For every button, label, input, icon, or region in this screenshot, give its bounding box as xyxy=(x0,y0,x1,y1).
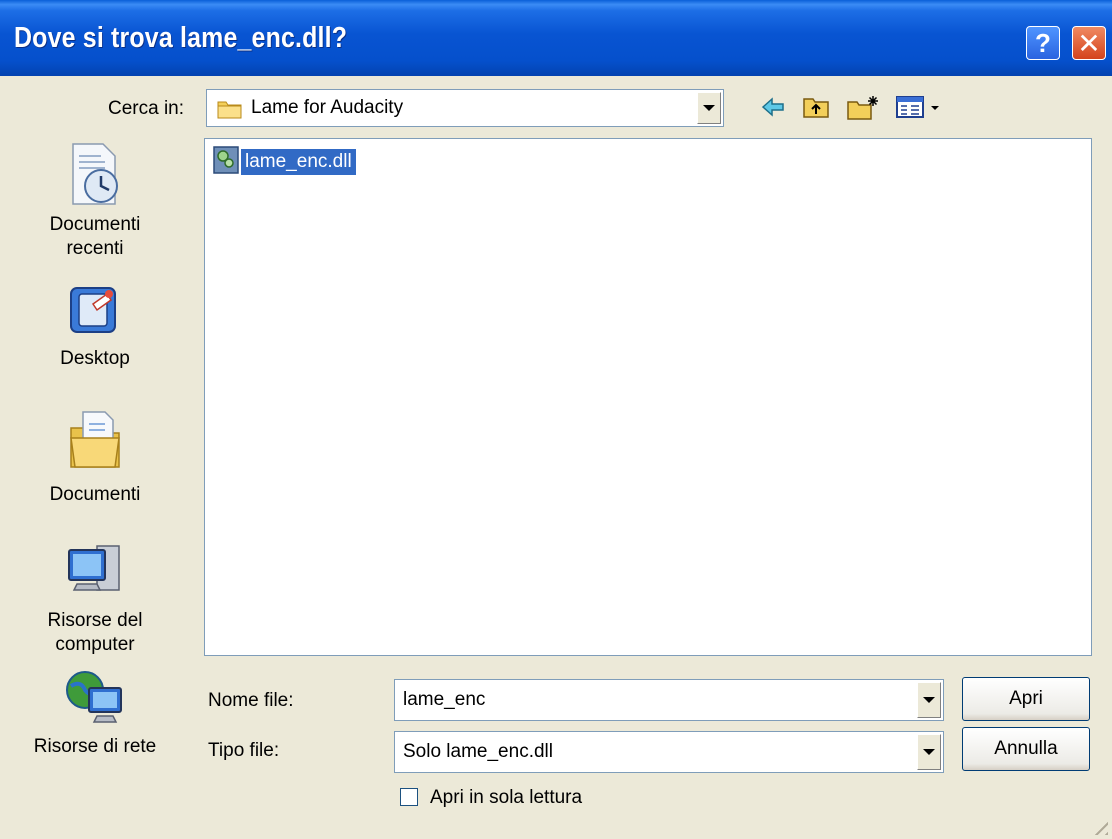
title-bar: Dove si trova lame_enc.dll? ? ✕ xyxy=(0,0,1112,76)
place-label: Documenti xyxy=(49,484,141,505)
my-documents-icon xyxy=(65,408,125,477)
place-label-line2: recenti xyxy=(66,238,124,259)
file-item[interactable]: lame_enc.dll xyxy=(213,145,356,179)
network-places-icon xyxy=(63,668,127,733)
filetype-dropdown[interactable]: Solo lame_enc.dll xyxy=(394,731,944,773)
recent-documents-icon xyxy=(65,140,125,213)
place-label: Risorse di rete xyxy=(33,736,157,757)
filetype-value: Solo lame_enc.dll xyxy=(403,741,553,762)
up-folder-icon[interactable] xyxy=(802,94,830,125)
chevron-down-icon[interactable] xyxy=(917,734,941,770)
open-button[interactable]: Apri xyxy=(962,677,1090,721)
filetype-label: Tipo file: xyxy=(208,740,280,761)
place-label-line2: computer xyxy=(55,634,135,655)
resize-grip[interactable] xyxy=(1088,815,1108,835)
filename-value: lame_enc xyxy=(403,689,486,710)
place-network[interactable]: Risorse di rete xyxy=(20,668,170,759)
chevron-down-icon[interactable] xyxy=(697,92,721,124)
chevron-down-icon[interactable] xyxy=(917,682,941,718)
my-computer-icon xyxy=(63,540,127,605)
back-arrow-icon[interactable] xyxy=(760,94,786,125)
help-button[interactable]: ? xyxy=(1026,26,1060,60)
place-label: Documenti xyxy=(49,214,141,235)
new-folder-icon[interactable] xyxy=(846,94,880,127)
file-list[interactable]: lame_enc.dll xyxy=(204,138,1092,656)
filename-label: Nome file: xyxy=(208,690,294,711)
place-my-computer[interactable]: Risorse del computer xyxy=(20,540,170,657)
desktop-icon xyxy=(65,282,125,343)
place-recent-documents[interactable]: Documenti recenti xyxy=(20,140,170,261)
folder-icon xyxy=(217,98,243,126)
cancel-button[interactable]: Annulla xyxy=(962,727,1090,771)
close-button[interactable]: ✕ xyxy=(1072,26,1106,60)
place-label: Risorse del xyxy=(47,610,143,631)
dll-file-icon xyxy=(213,145,239,179)
look-in-value: Lame for Audacity xyxy=(251,97,404,118)
look-in-label: Cerca in: xyxy=(108,98,185,119)
place-desktop[interactable]: Desktop xyxy=(20,282,170,371)
place-my-documents[interactable]: Documenti xyxy=(20,408,170,507)
readonly-checkbox[interactable] xyxy=(400,788,418,806)
place-label: Desktop xyxy=(60,348,130,369)
view-menu-icon[interactable] xyxy=(895,94,945,125)
readonly-label: Apri in sola lettura xyxy=(430,787,583,808)
filename-input[interactable]: lame_enc xyxy=(394,679,944,721)
window-title: Dove si trova lame_enc.dll? xyxy=(14,22,348,54)
look-in-dropdown[interactable]: Lame for Audacity xyxy=(206,89,724,127)
file-name: lame_enc.dll xyxy=(241,149,356,175)
